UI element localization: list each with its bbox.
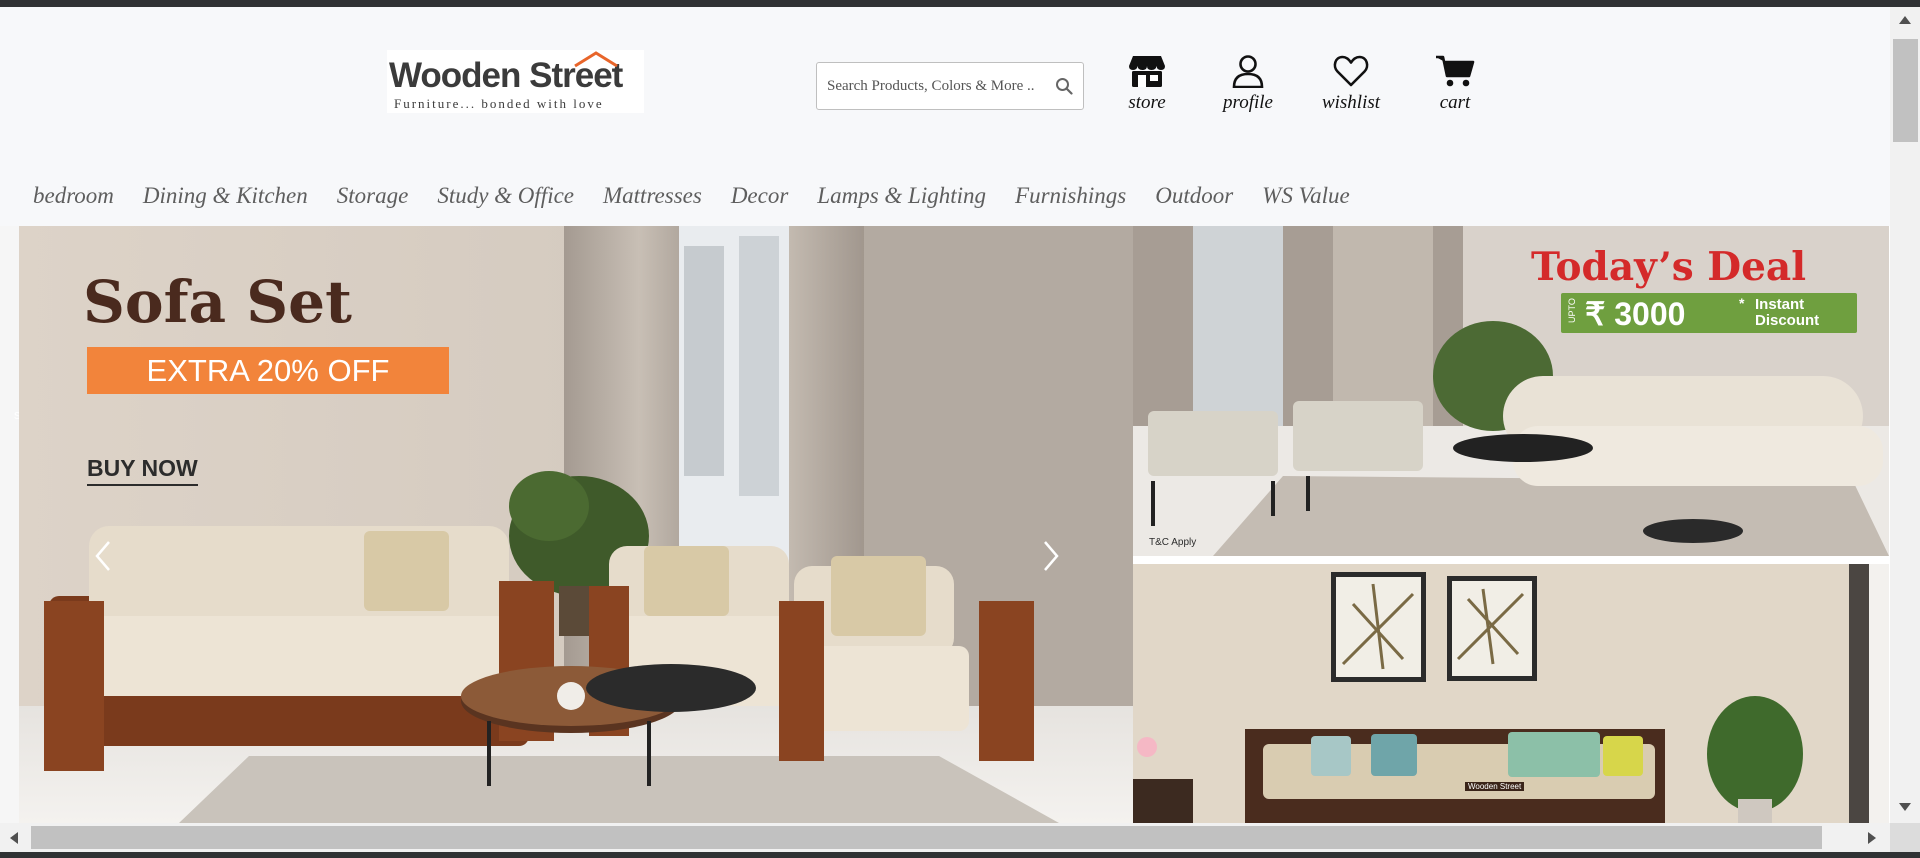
scroll-right-icon[interactable] [1866,830,1878,846]
wishlist-label: wishlist [1321,92,1381,113]
scrollbar-corner [1890,823,1920,852]
category-nav: bedroom Dining & Kitchen Storage Study & Of… [33,183,1379,211]
profile-link[interactable]: profile [1208,54,1288,118]
profile-label: profile [1223,92,1273,113]
deal-terms: T&C Apply [1149,537,1197,548]
hero-buy-now-link[interactable]: BUY NOW [87,455,198,486]
store-label: store [1128,92,1166,113]
wishlist-link[interactable]: wishlist [1311,54,1391,118]
nav-item-storage[interactable]: Storage [337,183,409,209]
cart-label: cart [1439,92,1471,113]
todays-deal-banner[interactable]: Today’s Deal UPTO ₹ 3000 * Instant Disco… [1133,226,1889,556]
site-logo[interactable]: Wooden Street Furniture... bonded with l… [387,50,644,113]
hero-title: Sofa Set [83,268,352,336]
nav-item-decor[interactable]: Decor [731,183,788,209]
user-icon [1232,55,1264,88]
search-bar [816,62,1084,110]
nav-item-outdoor[interactable]: Outdoor [1155,183,1233,209]
deal-discount-line2: Discount [1755,312,1820,329]
decor-brand-label: Wooden Street [1465,782,1525,791]
deal-upto-label: UPTO [1567,298,1577,323]
scroll-left-icon[interactable] [8,830,20,846]
decor-banner[interactable]: Wooden Street [1133,564,1889,823]
hero-banner[interactable]: Sofa Set EXTRA 20% OFF BUY NOW [19,226,1133,823]
cart-icon [1436,55,1475,87]
heart-icon [1333,55,1369,87]
nav-item-lamps-lighting[interactable]: Lamps & Lighting [817,183,986,209]
vertical-scrollbar-thumb[interactable] [1893,39,1918,142]
scroll-down-icon[interactable] [1897,801,1913,813]
store-link[interactable]: store [1107,54,1187,118]
scroll-up-icon[interactable] [1897,14,1913,26]
logo-roof-icon [574,51,618,68]
hero-offer-badge: EXTRA 20% OFF [87,347,449,394]
nav-item-dining-kitchen[interactable]: Dining & Kitchen [143,183,308,209]
deal-amount: ₹ 3000 [1585,296,1686,332]
search-icon[interactable] [1055,77,1073,95]
window-bottom-border [0,852,1920,858]
carousel-next-icon[interactable] [1039,536,1063,576]
carousel-prev-icon[interactable] [91,536,115,576]
deal-discount-badge: UPTO ₹ 3000 * Instant Discount [1561,293,1857,333]
left-gutter [0,226,19,823]
horizontal-scrollbar-thumb[interactable] [31,826,1822,849]
deal-asterisk: * [1739,295,1745,311]
nav-item-bedroom[interactable]: bedroom [33,183,114,209]
logo-tagline: Furniture... bonded with love [394,96,604,111]
site-header: Wooden Street Furniture... bonded with l… [0,7,1890,226]
nav-item-ws-value[interactable]: WS Value [1262,183,1350,209]
deal-discount-line1: Instant [1755,296,1805,313]
nav-item-mattresses[interactable]: Mattresses [603,183,702,209]
nav-item-furnishings[interactable]: Furnishings [1015,183,1126,209]
nav-item-study-office[interactable]: Study & Office [437,183,574,209]
search-input[interactable] [827,63,1045,109]
cart-link[interactable]: cart [1415,54,1495,118]
window-top-border [0,0,1920,7]
deal-title: Today’s Deal [1531,244,1807,290]
store-icon [1129,56,1165,87]
